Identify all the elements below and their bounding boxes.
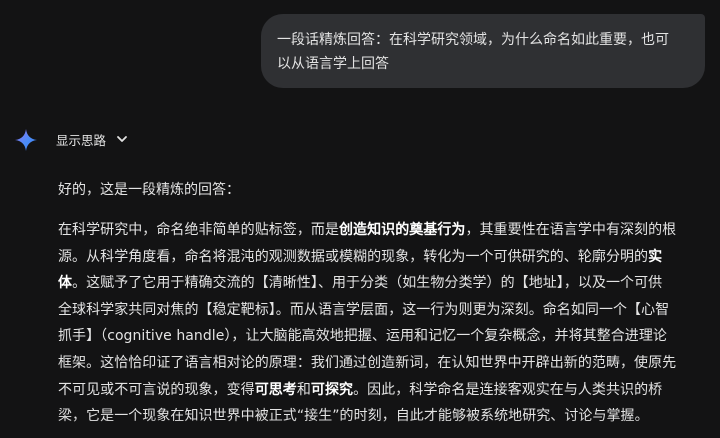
response-line: 梁，它是一个现象在知识世界中被正式“接生”的时刻，自此才能够被系统地研究、讨论与… [58, 403, 706, 430]
response-line: 框架。这恰恰印证了语言相对论的原理：我们通过创造新词，在认知世界中开辟出新的范畴… [58, 350, 706, 377]
response-paragraph: 在科学研究中，命名绝非简单的贴标签，而是创造知识的奠基行为，其重要性在语言学中有… [58, 217, 706, 430]
text-segment: 源。从科学角度看，命名将混沌的观测数据或模糊的现象，转化为一个可供研究的、轮廓分… [58, 248, 649, 265]
text-segment: 不可见或不可言说的现象，变得 [58, 381, 255, 398]
text-segment: 。因此，科学命名是连接客观实在与人类共识的桥 [353, 381, 663, 398]
text-segment: 梁，它是一个现象在知识世界中被正式“接生”的时刻，自此才能够被系统地研究、讨论与… [58, 408, 649, 425]
text-segment: 和 [296, 381, 311, 398]
user-message-bubble: 一段话精炼回答：在科学研究领域，为什么命名如此重要，也可 以从语言学上回答 [261, 14, 705, 88]
response-intro: 好的，这是一段精炼的回答： [58, 182, 240, 198]
text-segment: 全球科学家共同对焦的【稳定靶标】。而从语言学层面，这一行为则更为深刻。命名如同一… [58, 301, 670, 318]
show-thinking-label: 显示思路 [56, 132, 107, 148]
chat-page: 一段话精炼回答：在科学研究领域，为什么命名如此重要，也可 以从语言学上回答 显示… [0, 0, 720, 438]
user-message-line: 一段话精炼回答：在科学研究领域，为什么命名如此重要，也可 [277, 32, 669, 48]
text-segment: 框架。这恰恰印证了语言相对论的原理：我们通过创造新词，在认知世界中开辟出新的范畴… [58, 354, 677, 371]
user-message-line: 以从语言学上回答 [277, 56, 389, 72]
response-line: 抓手】（cognitive handle），让大脑能高效地把握、运用和记忆一个复… [58, 323, 706, 350]
text-segment: 抓手】（cognitive handle），让大脑能高效地把握、运用和记忆一个复… [58, 328, 667, 345]
bold-text: 体 [58, 275, 73, 292]
show-thinking-toggle[interactable]: 显示思路 [56, 128, 128, 150]
response-line: 源。从科学角度看，命名将混沌的观测数据或模糊的现象，转化为一个可供研究的、轮廓分… [58, 244, 706, 271]
response-line: 体。这赋予了它用于精确交流的【清晰性】、用于分类（如生物分类学）的【地址】，以及… [58, 270, 706, 297]
response-line: 全球科学家共同对焦的【稳定靶标】。而从语言学层面，这一行为则更为深刻。命名如同一… [58, 297, 706, 324]
bold-text: 可探究 [310, 381, 354, 398]
text-segment: 在科学研究中，命名绝非简单的贴标签，而是 [58, 222, 339, 238]
text-segment: ，其重要性在语言学中有深刻的根 [465, 222, 677, 238]
text-segment: 。这赋予了它用于精确交流的【清晰性】、用于分类（如生物分类学）的【地址】，以及一… [72, 275, 663, 292]
response-line: 在科学研究中，命名绝非简单的贴标签，而是创造知识的奠基行为，其重要性在语言学中有… [58, 217, 706, 244]
gemini-sparkle-icon [15, 129, 37, 151]
assistant-response: 好的，这是一段精炼的回答： 在科学研究中，命名绝非简单的贴标签，而是创造知识的奠… [58, 178, 706, 430]
response-line: 不可见或不可言说的现象，变得可思考和可探究。因此，科学命名是连接客观实在与人类共… [58, 377, 706, 404]
bold-text: 可思考 [254, 381, 297, 398]
bold-text: 创造知识的奠基行为 [339, 222, 466, 238]
chevron-down-icon[interactable] [116, 133, 128, 145]
bold-text: 实 [648, 248, 663, 265]
